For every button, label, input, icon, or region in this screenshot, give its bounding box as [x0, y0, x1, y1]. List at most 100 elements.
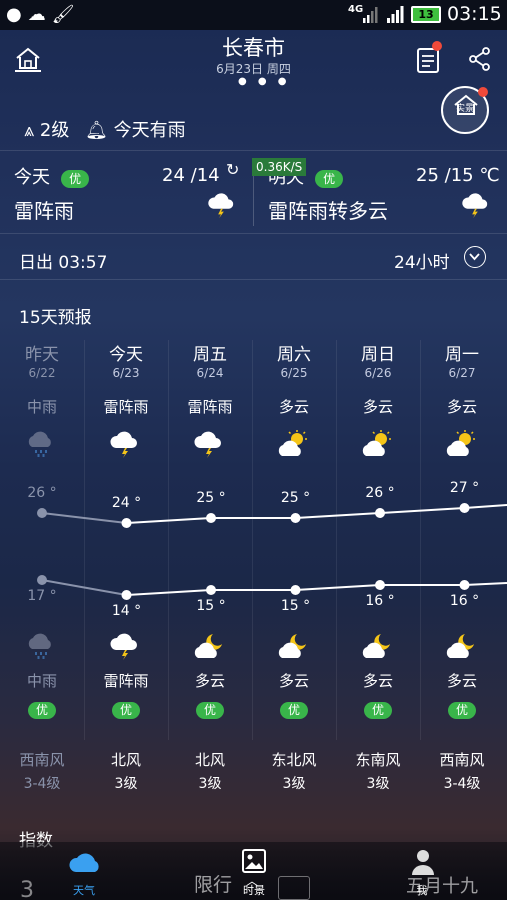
- forecast-day[interactable]: 周五 6/24 雷阵雨: [168, 340, 252, 417]
- share-icon[interactable]: [468, 47, 492, 71]
- forecast-aqi-badge: 优: [0, 699, 84, 719]
- forecast-date: 6/26: [364, 366, 392, 380]
- low-temp-label: 16 °: [449, 593, 480, 609]
- forecast-night-condition: 雷阵雨: [103, 672, 149, 690]
- sunrise-time: 日出 03:57: [19, 253, 108, 273]
- forecast-night-condition: 多云: [194, 672, 225, 690]
- forecast-day-condition: 中雨: [26, 398, 57, 416]
- high-temp-segment: [379, 507, 465, 514]
- rain-notice[interactable]: 今天有雨: [114, 120, 186, 141]
- app-notification-icon: ●: [6, 4, 28, 25]
- forecast-aqi: 优: [279, 702, 308, 719]
- sun-cloud-icon: [278, 430, 307, 456]
- forecast-aqi-badge: 优: [84, 699, 168, 719]
- nav-me[interactable]: 我: [392, 842, 452, 900]
- forecast-date: 6/24: [196, 366, 224, 380]
- refresh-icon[interactable]: ↻: [226, 160, 239, 179]
- low-temp-segment: [464, 582, 507, 586]
- nav-weather[interactable]: 天气: [54, 842, 114, 900]
- nav-weather-label: 天气: [73, 884, 95, 897]
- page-indicator: ● ● ●: [238, 76, 291, 87]
- forecast-wind-direction: 东北风: [271, 751, 317, 769]
- battery-level: 13: [413, 8, 439, 21]
- thunder-cloud-icon: [208, 193, 234, 219]
- forecast-aqi-badge: 优: [336, 699, 420, 719]
- forecast-wind-level: 3-4级: [23, 776, 61, 792]
- forecast-date: 6/27: [448, 366, 476, 380]
- high-temp-point: [459, 503, 470, 513]
- high-temp-segment: [464, 504, 507, 509]
- rain-cloud-icon: [28, 431, 51, 457]
- forecast-date: 6/22: [28, 366, 56, 380]
- forecast-day[interactable]: 周六 6/25 多云: [252, 340, 336, 417]
- moon-cloud-icon: [446, 634, 474, 658]
- photo-icon: [242, 849, 266, 873]
- today-block[interactable]: 今天 优: [14, 163, 90, 189]
- sun-cloud-icon: [362, 430, 391, 456]
- today-condition: 雷阵雨: [14, 199, 74, 223]
- chevron-down-icon[interactable]: [464, 246, 486, 268]
- forecast-aqi-badge: 优: [420, 699, 504, 719]
- forecast-day-condition: 雷阵雨: [187, 398, 233, 416]
- tomorrow-range: 25 /15 ℃: [416, 165, 500, 186]
- forecast-day[interactable]: 昨天 6/22 中雨: [0, 340, 84, 417]
- clock: 03:15: [447, 3, 502, 25]
- forecast-date: 6/25: [280, 366, 308, 380]
- high-temp-segment: [295, 512, 381, 519]
- low-temp-label: 15 °: [280, 598, 311, 614]
- forecast-day-condition: 多云: [362, 398, 393, 416]
- forecast-wind-direction: 西南风: [439, 751, 485, 769]
- live-scene-label: 实景: [455, 104, 474, 114]
- forecast-day-name: 周日: [361, 345, 395, 365]
- moon-cloud-icon: [194, 634, 222, 658]
- low-temp-label: 15 °: [196, 598, 226, 614]
- forecast-day-condition: 雷阵雨: [103, 398, 149, 416]
- tomorrow-condition: 雷阵雨转多云: [268, 199, 388, 223]
- forecast-day-name: 周六: [277, 345, 311, 365]
- live-badge: [478, 87, 488, 97]
- rain-cloud-icon: [28, 633, 51, 659]
- index-value: 3: [20, 878, 34, 900]
- low-temp-point: [290, 585, 301, 595]
- high-temp-point: [37, 508, 47, 518]
- forecast-night-condition: 多云: [446, 672, 477, 690]
- hourly-label[interactable]: 24小时: [394, 248, 450, 273]
- forecast-day-name: 周一: [445, 345, 479, 365]
- low-temp-label: 16 °: [365, 593, 395, 609]
- forecast-wind-direction: 北风: [110, 751, 141, 769]
- forecast-day-name: 今天: [109, 345, 143, 365]
- high-temp-label: 27 °: [449, 480, 480, 496]
- forecast-night-condition: 多云: [362, 672, 393, 690]
- weather-notification-icon: ☁: [27, 4, 52, 25]
- high-temp-label: 26 °: [27, 485, 57, 501]
- clean-notification-icon: 🖌: [51, 4, 81, 25]
- wind-direction-icon: ⩓: [24, 120, 35, 141]
- person-icon: [412, 850, 434, 875]
- forecast-day[interactable]: 周一 6/27 多云: [420, 340, 504, 417]
- forecast-day-name: 周五: [193, 345, 227, 365]
- thunder-cloud-icon: [110, 431, 137, 458]
- forecast-wind-direction: 西南风: [19, 751, 65, 769]
- forecast-wind-level: 3-4级: [443, 776, 481, 792]
- high-temp-label: 24 °: [111, 495, 142, 511]
- today-label: 今天: [14, 167, 50, 188]
- today-range: 24 /14: [162, 165, 220, 186]
- forecast-aqi: 优: [363, 702, 392, 719]
- moon-cloud-icon: [362, 634, 390, 658]
- temperature-chart: [37, 503, 507, 600]
- forecast-wind-direction: 北风: [194, 751, 225, 769]
- forecast-day[interactable]: 周日 6/26 多云: [336, 340, 420, 417]
- high-temp-point: [290, 513, 301, 523]
- status-bar: ●☁🖌 4G 13 03:15: [0, 0, 507, 30]
- low-temp-point: [121, 590, 132, 600]
- high-temp-label: 26 °: [365, 485, 395, 501]
- low-temp-segment: [126, 589, 212, 596]
- signal-strength-icon: [387, 6, 404, 23]
- forecast-aqi: 优: [447, 702, 476, 719]
- nav-scene[interactable]: ︿ 时景: [224, 842, 284, 900]
- low-temp-segment: [295, 584, 381, 591]
- forecast-day-name: 昨天: [25, 345, 59, 365]
- forecast-day[interactable]: 今天 6/23 雷阵雨: [84, 340, 168, 417]
- forecast-day-condition: 多云: [278, 398, 309, 416]
- today-aqi: 优: [61, 170, 90, 188]
